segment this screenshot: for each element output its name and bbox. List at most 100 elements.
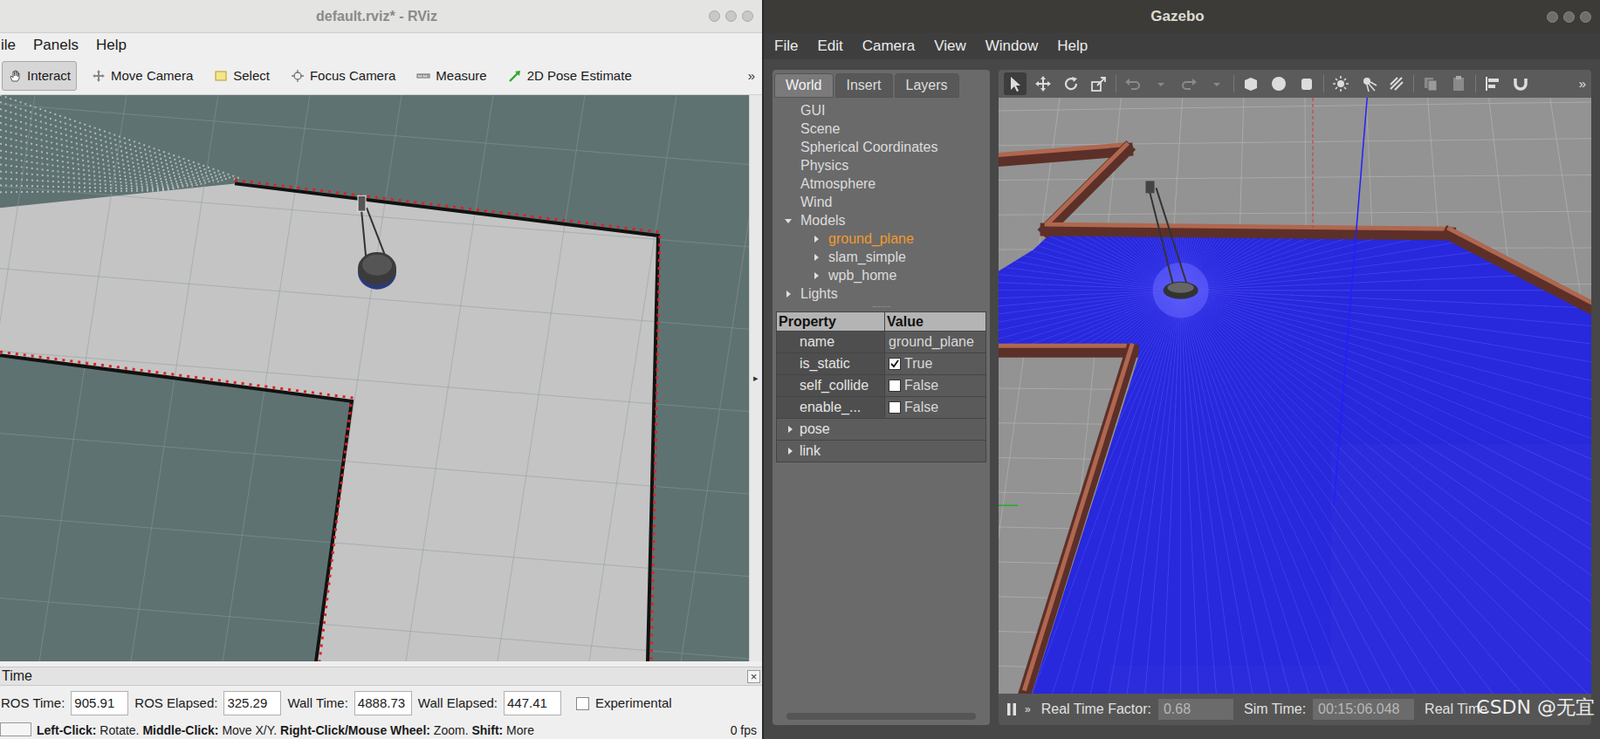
property-checkbox[interactable]	[888, 401, 901, 414]
tree-item[interactable]: Physics	[772, 156, 990, 175]
paste-icon[interactable]	[1447, 72, 1470, 96]
property-row[interactable]: enable_...False	[775, 397, 987, 419]
property-value[interactable]: False	[885, 375, 986, 397]
property-group[interactable]: link	[775, 440, 987, 463]
scene-area: »»Real Time Factor:0.68Sim Time:00:15:06…	[998, 69, 1592, 726]
splitter-handle[interactable]	[872, 306, 891, 310]
menu-item[interactable]: Help	[1057, 34, 1088, 58]
collapsed-arrow-icon[interactable]	[783, 289, 793, 299]
tree-item[interactable]: ground_plane	[772, 229, 990, 248]
copy-icon[interactable]	[1419, 72, 1443, 96]
scrollbar[interactable]	[786, 713, 976, 721]
property-row[interactable]: nameground_plane	[775, 331, 987, 354]
side-panel-toggle[interactable]: ▸	[748, 95, 763, 662]
collapsed-arrow-icon[interactable]	[811, 234, 821, 244]
time-field[interactable]: 325.29	[223, 691, 282, 716]
align-icon[interactable]	[1481, 72, 1504, 96]
translate-icon[interactable]	[1031, 72, 1055, 96]
property-value[interactable]: ground_plane	[885, 331, 986, 353]
scene-view[interactable]	[998, 97, 1592, 694]
step-button[interactable]: »	[1024, 701, 1031, 718]
tree-item[interactable]: slam_simple	[772, 247, 990, 267]
tree-arrow-slot[interactable]	[809, 232, 824, 247]
more-tools-button[interactable]: »	[748, 66, 756, 87]
box-icon[interactable]	[1239, 72, 1263, 96]
property-group[interactable]: pose	[775, 418, 987, 441]
tree-item[interactable]: GUI	[772, 101, 990, 120]
directional-light-icon[interactable]	[1385, 72, 1408, 96]
dropdown-icon[interactable]	[1205, 72, 1229, 96]
tool-button[interactable]: 2D Pose Estimate	[501, 61, 639, 91]
collapsed-arrow-icon[interactable]	[811, 253, 821, 262]
property-row[interactable]: is_staticTrue	[775, 353, 987, 376]
property-value[interactable]: True	[885, 353, 986, 375]
property-row[interactable]: self_collideFalse	[775, 375, 987, 398]
tool-button[interactable]: Measure	[410, 61, 493, 91]
scale-icon[interactable]	[1087, 72, 1111, 96]
hint-part: Left-Click:	[36, 723, 97, 738]
time-field[interactable]: 4888.73	[354, 691, 413, 716]
tree-item[interactable]: Lights	[772, 284, 990, 303]
minimize-button[interactable]	[708, 10, 721, 22]
menu-item[interactable]: Help	[96, 34, 127, 57]
property-header: PropertyValue	[775, 311, 987, 332]
tree-item[interactable]: Atmosphere	[772, 174, 990, 193]
experimental-checkbox[interactable]	[576, 697, 590, 711]
tool-button[interactable]: Focus Camera	[284, 61, 402, 91]
redo-icon[interactable]	[1177, 72, 1201, 96]
checkbox-label: Experimental	[595, 693, 673, 715]
rotate-icon[interactable]	[1059, 72, 1083, 96]
tool-button[interactable]: Interact	[1, 61, 77, 91]
sphere-icon[interactable]	[1267, 72, 1291, 96]
time-field[interactable]: 447.41	[503, 691, 562, 716]
maximize-button[interactable]	[1563, 11, 1575, 23]
close-button[interactable]	[1579, 11, 1592, 23]
tree-arrow-slot[interactable]	[781, 287, 796, 302]
reset-button[interactable]	[0, 722, 32, 737]
title-bar: default.rviz* - RViz	[0, 0, 763, 34]
menu-item[interactable]: Camera	[862, 34, 915, 58]
property-value[interactable]: False	[885, 397, 986, 419]
close-button[interactable]	[741, 10, 754, 22]
tree-item[interactable]: Spherical Coordinates	[772, 137, 990, 157]
tab[interactable]: World	[774, 73, 834, 98]
menu-item[interactable]: Panels	[33, 34, 79, 57]
property-checkbox[interactable]	[888, 379, 901, 392]
menu-item[interactable]: Edit	[817, 34, 843, 58]
tool-button[interactable]: Move Camera	[85, 61, 200, 91]
maximize-button[interactable]	[725, 10, 737, 22]
tool-button[interactable]: Select	[207, 61, 276, 91]
collapsed-arrow-icon[interactable]	[811, 271, 821, 281]
tree-label: Spherical Coordinates	[800, 137, 938, 158]
tree-arrow-slot[interactable]	[781, 213, 796, 228]
tab[interactable]: Layers	[894, 73, 960, 98]
menu-item[interactable]: Window	[985, 34, 1038, 58]
tree-arrow-slot[interactable]	[809, 250, 824, 265]
tree-label: ground_plane	[828, 228, 914, 250]
menu-item[interactable]: File	[774, 34, 798, 58]
tab[interactable]: Insert	[835, 73, 893, 98]
spot-light-icon[interactable]	[1357, 72, 1381, 96]
time-panel-header: Time×	[0, 666, 763, 687]
close-panel-button[interactable]: ×	[747, 670, 761, 684]
tree-item[interactable]: Models	[772, 211, 990, 230]
menu-item[interactable]: ile	[0, 34, 16, 57]
undo-icon[interactable]	[1121, 72, 1145, 96]
expanded-arrow-icon[interactable]	[783, 216, 793, 226]
tree-item[interactable]: Wind	[772, 192, 990, 212]
map-view[interactable]	[0, 95, 749, 662]
sun-icon[interactable]	[1329, 72, 1353, 96]
minimize-button[interactable]	[1546, 11, 1559, 23]
tree-item[interactable]: Scene	[772, 119, 990, 138]
magnet-icon[interactable]	[1509, 72, 1532, 96]
dropdown-icon[interactable]	[1149, 72, 1173, 96]
time-field[interactable]: 905.91	[70, 691, 129, 716]
property-checkbox[interactable]	[888, 357, 901, 371]
tree-item[interactable]: wpb_home	[772, 266, 990, 285]
menu-item[interactable]: View	[933, 34, 967, 58]
tree-arrow-slot[interactable]	[809, 268, 824, 283]
more-tools-button[interactable]: »	[1579, 74, 1587, 95]
select-arrow-icon[interactable]	[1003, 72, 1027, 96]
cylinder-icon[interactable]	[1295, 72, 1319, 96]
toolbar-separator	[1323, 75, 1325, 93]
